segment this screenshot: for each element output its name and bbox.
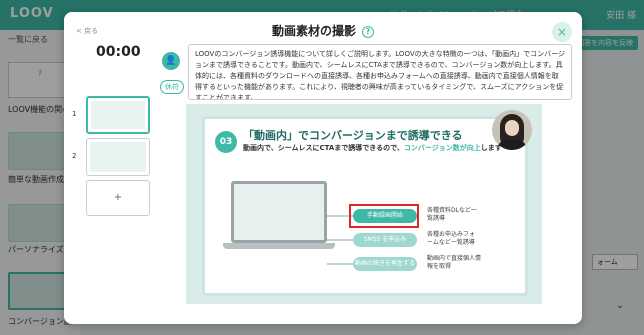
- apply-button: SMSS を申込み: [353, 233, 417, 247]
- cta-note: 各種お申込みフォームなど一覧誘導: [427, 231, 476, 246]
- continue-video-button: 動画の続きを再生する: [353, 257, 417, 271]
- slide-title: 「動画内」でコンバージョンまで誘導できる: [243, 129, 463, 142]
- slide-content: 03 「動画内」でコンバージョンまで誘導できる 動画内で、シームレスにCTAまで…: [202, 116, 528, 296]
- avatar-body: [498, 140, 526, 150]
- highlight-box: [349, 204, 419, 228]
- slide-subtitle: 動画内で、シームレスにCTAまで誘導できるので、コンバージョン数が向上します: [243, 143, 502, 153]
- subtitle-pre: 動画内で、シームレスにCTAまで誘導できるので、: [243, 144, 404, 152]
- recording-timer: 00:00: [96, 44, 141, 60]
- recording-modal: < 戻る 動画素材の撮影? × 00:00 1 2 + 👤 休符 LOOVのコン…: [64, 12, 582, 324]
- connector-line: [327, 263, 353, 265]
- help-icon[interactable]: ?: [362, 25, 374, 38]
- slide-number: 2: [72, 152, 77, 160]
- cta-note: 各種資料DLなど一覧誘導: [427, 207, 477, 222]
- avatar-face: [505, 120, 519, 136]
- cta-note: 動画内で直接個人情報を取得: [427, 255, 482, 270]
- add-slide-button[interactable]: +: [86, 180, 150, 216]
- presenter-avatar: [492, 110, 532, 150]
- connector-line: [327, 239, 353, 241]
- modal-title-text: 動画素材の撮影: [271, 24, 356, 38]
- slide-number-badge: 03: [215, 131, 237, 153]
- slide-thumbnail-selected[interactable]: [86, 96, 150, 134]
- slide-preview-area: 03 「動画内」でコンバージョンまで誘導できる 動画内で、シームレスにCTAまで…: [186, 104, 542, 304]
- slide-number: 1: [72, 110, 77, 118]
- laptop-illustration: [231, 181, 327, 243]
- subtitle-accent: コンバージョン数が向上: [403, 144, 481, 152]
- modal-title: 動画素材の撮影?: [64, 22, 582, 39]
- slide-thumbnail[interactable]: [86, 138, 150, 176]
- break-button[interactable]: 休符: [160, 80, 184, 94]
- script-textarea[interactable]: LOOVのコンバージョン誘導機能について詳しくご説明します。LOOVの大きな特徴…: [188, 44, 572, 100]
- close-icon[interactable]: ×: [552, 22, 572, 42]
- speaker-icon[interactable]: 👤: [162, 52, 180, 70]
- slide-preview: [91, 101, 145, 129]
- slide-preview: [90, 142, 146, 172]
- laptop-base: [223, 243, 335, 249]
